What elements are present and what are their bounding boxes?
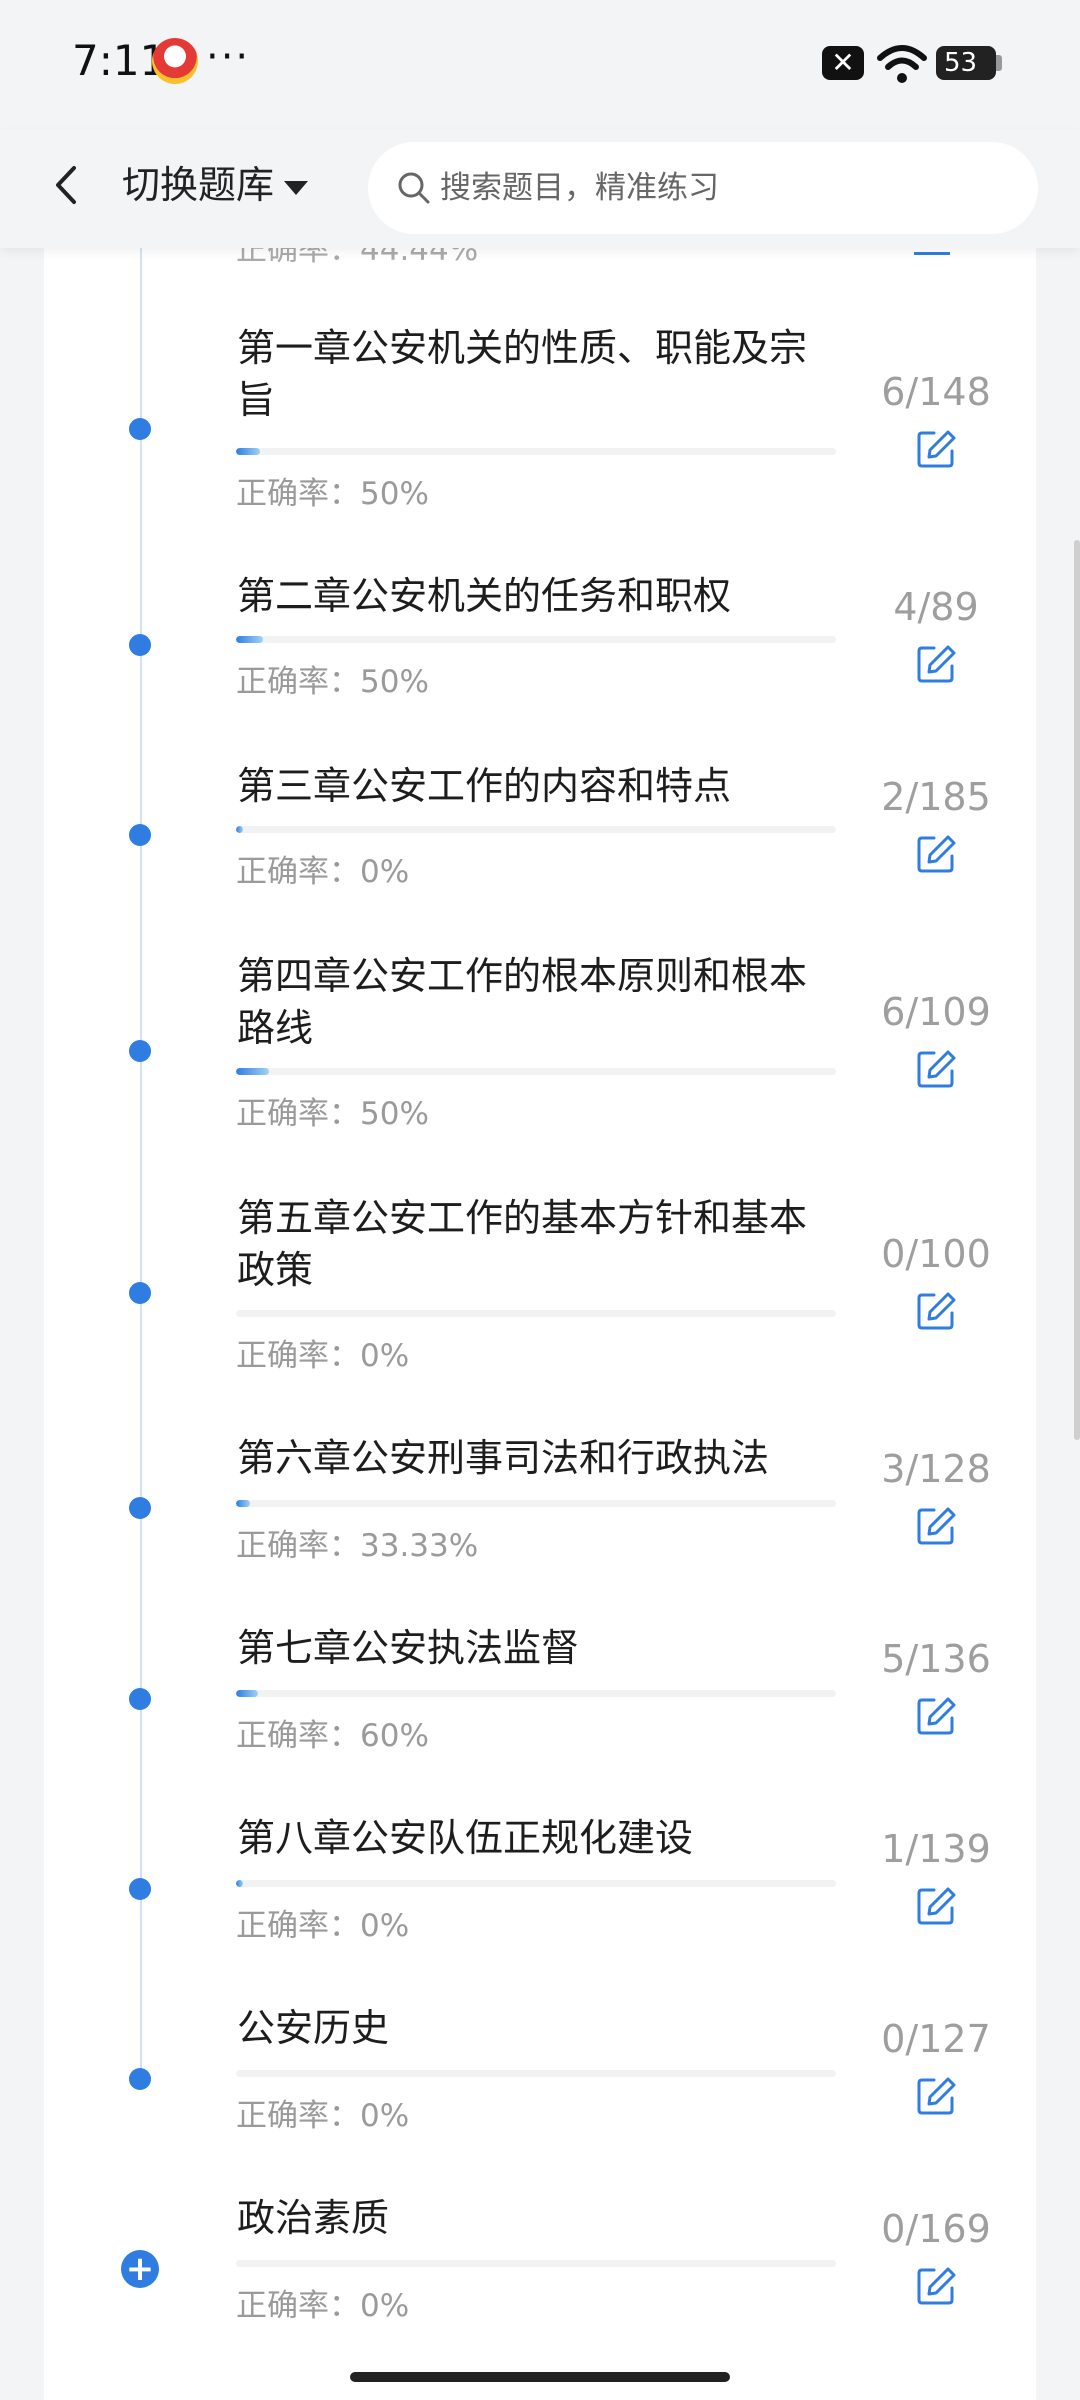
search-input[interactable]: 搜索题目，精准练习: [368, 142, 1038, 234]
chapter-title: 第六章公安刑事司法和行政执法: [237, 1436, 770, 1480]
edit-icon[interactable]: [914, 1047, 958, 1091]
progress-bar: [236, 2260, 836, 2267]
timeline-dot: [129, 418, 151, 440]
progress-fill: [236, 448, 260, 455]
chapter-title: 第三章公安工作的内容和特点: [237, 764, 732, 808]
accuracy-text: 正确率：0%: [236, 1908, 410, 1944]
progress-bar: [236, 1068, 836, 1075]
question-count: 0/127: [881, 2017, 991, 2061]
chapter-title: 政治素质: [237, 2196, 390, 2240]
question-count: 6/109: [881, 990, 991, 1034]
question-count: 4/89: [893, 585, 979, 629]
edit-icon[interactable]: [914, 642, 958, 686]
app-notification-icon: [152, 38, 198, 84]
timeline-dot: [129, 824, 151, 846]
progress-bar: [236, 1500, 836, 1507]
status-bar: 7:11 ··· ✕ 53: [0, 0, 1080, 130]
edit-icon[interactable]: [914, 2264, 958, 2308]
no-sim-icon: ✕: [822, 46, 864, 80]
accuracy-text: 正确率：50%: [236, 1096, 429, 1132]
scrollbar[interactable]: [1074, 540, 1080, 1440]
question-count: 2/185: [881, 775, 991, 819]
chapter-title: 第二章公安机关的任务和职权: [237, 574, 732, 618]
accuracy-text: 正确率：60%: [236, 1718, 429, 1754]
progress-bar: [236, 636, 836, 643]
chapter-title: 第七章公安执法监督: [237, 1626, 580, 1670]
chapter-title: 公安历史: [237, 2006, 390, 2050]
timeline-dot: [129, 1040, 151, 1062]
progress-bar: [236, 1310, 836, 1317]
progress-fill: [236, 826, 244, 833]
progress-fill: [236, 1880, 244, 1887]
chapter-title: 第四章公安工作的根本原则和根本路线: [237, 954, 808, 1050]
timeline-dot: [129, 1497, 151, 1519]
edit-icon[interactable]: [914, 1884, 958, 1928]
edit-icon[interactable]: [914, 2074, 958, 2118]
accuracy-text: 正确率：0%: [236, 2098, 410, 2134]
back-icon[interactable]: [40, 158, 94, 212]
progress-fill: [236, 636, 263, 643]
progress-bar: [236, 826, 836, 833]
home-indicator[interactable]: [350, 2372, 730, 2382]
edit-icon[interactable]: [914, 1694, 958, 1738]
caret-down-icon: [284, 180, 309, 195]
chapter-title: 第八章公安队伍正规化建设: [237, 1816, 694, 1860]
progress-bar: [236, 1880, 836, 1887]
edit-icon[interactable]: [914, 427, 958, 471]
timeline-dot: [129, 1282, 151, 1304]
progress-bar: [236, 1690, 836, 1697]
chapter-title: 第一章公安机关的性质、职能及宗旨: [237, 326, 808, 422]
question-count: 5/136: [881, 1637, 991, 1681]
question-count: 0/100: [881, 1232, 991, 1276]
expand-icon[interactable]: +: [121, 2250, 159, 2288]
more-notifications-icon: ···: [206, 34, 251, 80]
battery-cap: [996, 55, 1002, 71]
question-count: 1/139: [881, 1827, 991, 1871]
switch-bank-dropdown[interactable]: 切换题库: [122, 158, 309, 212]
accuracy-text: 正确率：50%: [236, 476, 429, 512]
progress-fill: [236, 1500, 250, 1507]
battery-icon: 53: [936, 46, 996, 80]
search-icon: [398, 172, 430, 204]
edit-icon[interactable]: [914, 1289, 958, 1333]
progress-bar: [236, 2070, 836, 2077]
question-count: 0/169: [881, 2207, 991, 2251]
accuracy-text: 正确率：0%: [236, 2288, 410, 2324]
question-count: 6/148: [881, 370, 991, 414]
progress-bar: [236, 448, 836, 455]
progress-fill: [236, 1068, 269, 1075]
switch-bank-label: 切换题库: [122, 163, 275, 207]
accuracy-text: 正确率：50%: [236, 664, 429, 700]
timeline-dot: [129, 634, 151, 656]
chapter-title: 第五章公安工作的基本方针和基本政策: [237, 1196, 808, 1292]
edit-icon[interactable]: [914, 1504, 958, 1548]
timeline-dot: [129, 1878, 151, 1900]
wifi-icon: [877, 45, 927, 83]
timeline-dot: [129, 2068, 151, 2090]
edit-icon[interactable]: [914, 832, 958, 876]
accuracy-text: 正确率：0%: [236, 854, 410, 890]
accuracy-text: 正确率：33.33%: [236, 1528, 479, 1564]
progress-fill: [236, 1690, 259, 1697]
question-count: 3/128: [881, 1447, 991, 1491]
accuracy-text: 正确率：0%: [236, 1338, 410, 1374]
search-placeholder: 搜索题目，精准练习: [440, 170, 719, 206]
header: 切换题库 搜索题目，精准练习: [0, 130, 1080, 248]
timeline-dot: [129, 1688, 151, 1710]
timeline-line: [140, 248, 142, 2078]
